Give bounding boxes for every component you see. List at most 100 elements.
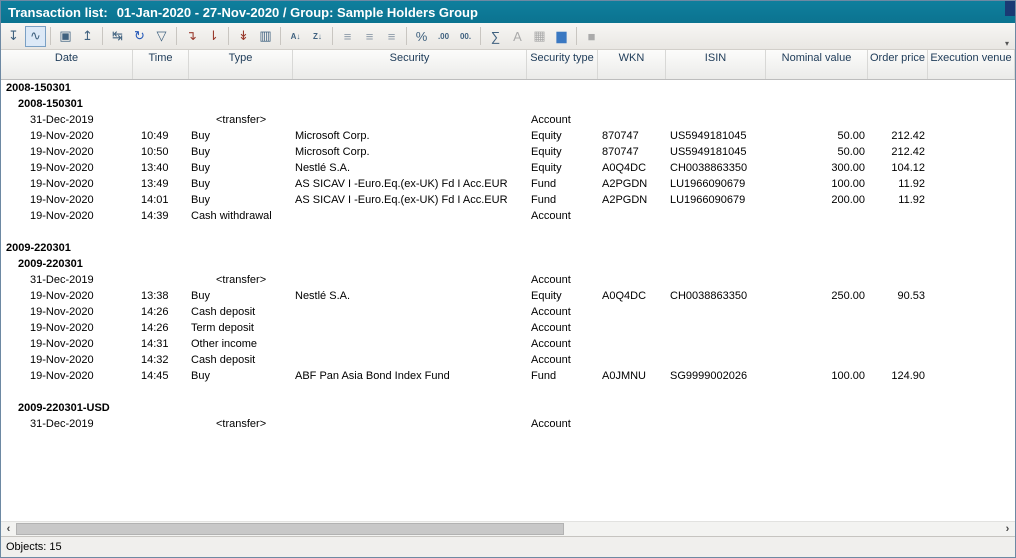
group-row[interactable]: 2009-220301 (1, 240, 1015, 256)
scroll-left-arrow-icon[interactable]: ‹ (1, 522, 16, 536)
cell-date: 19-Nov-2020 (1, 160, 133, 176)
cell-venue (928, 176, 1015, 192)
cell-price (868, 320, 928, 336)
transaction-row[interactable]: 19-Nov-202014:32Cash depositAccount (1, 352, 1015, 368)
transaction-row[interactable]: 31-Dec-2019<transfer>Account (1, 112, 1015, 128)
font-icon[interactable]: A (507, 26, 528, 47)
download-icon[interactable]: ↡ (233, 26, 254, 47)
spacer-row (1, 224, 1015, 240)
histogram-icon[interactable]: ▥ (255, 26, 276, 47)
cell-nominal: 100.00 (766, 176, 868, 192)
cell-sectype: Account (527, 272, 598, 288)
chart-view-icon[interactable]: ∿ (25, 26, 46, 47)
stop-icon[interactable]: ■ (581, 26, 602, 47)
cell-type: Buy (189, 192, 293, 208)
cell-security (293, 208, 527, 224)
decimals-decrease-icon[interactable]: 00. (455, 26, 476, 47)
sort-ascending-icon[interactable]: A↓ (285, 26, 306, 47)
goto-row-icon[interactable]: ⇂ (203, 26, 224, 47)
filter-icon[interactable]: ▽ (151, 26, 172, 47)
cell-sectype: Account (527, 112, 598, 128)
horizontal-scrollbar[interactable]: ‹ › (1, 521, 1015, 536)
cell-price (868, 416, 928, 432)
cell-type: Term deposit (189, 320, 293, 336)
cell-date: 19-Nov-2020 (1, 144, 133, 160)
column-header-isin[interactable]: ISIN (666, 50, 766, 79)
transaction-row[interactable]: 19-Nov-202010:50BuyMicrosoft Corp.Equity… (1, 144, 1015, 160)
transaction-row[interactable]: 31-Dec-2019<transfer>Account (1, 272, 1015, 288)
align-right-icon[interactable]: ≡ (381, 26, 402, 47)
scroll-right-arrow-icon[interactable]: › (1000, 522, 1015, 536)
cell-type: Buy (189, 128, 293, 144)
transaction-row[interactable]: 19-Nov-202013:40BuyNestlé S.A.EquityA0Q4… (1, 160, 1015, 176)
transaction-row[interactable]: 19-Nov-202014:39Cash withdrawalAccount (1, 208, 1015, 224)
column-header-price[interactable]: Order price (868, 50, 928, 79)
transaction-row[interactable]: 19-Nov-202014:45BuyABF Pan Asia Bond Ind… (1, 368, 1015, 384)
transaction-row[interactable]: 31-Dec-2019<transfer>Account (1, 416, 1015, 432)
column-header-time[interactable]: Time (133, 50, 189, 79)
sort-descending-icon[interactable]: Z↓ (307, 26, 328, 47)
scroll-track[interactable] (16, 522, 1000, 536)
cell-nominal (766, 272, 868, 288)
group-row[interactable]: 2009-220301 (1, 256, 1015, 272)
column-header-wkn[interactable]: WKN (598, 50, 666, 79)
cell-venue (928, 416, 1015, 432)
align-center-icon[interactable]: ≡ (359, 26, 380, 47)
cell-nominal (766, 416, 868, 432)
cell-venue (928, 192, 1015, 208)
column-header-venue[interactable]: Execution venue (928, 50, 1015, 79)
goto-last-icon[interactable]: ↴ (181, 26, 202, 47)
transaction-row[interactable]: 19-Nov-202013:38BuyNestlé S.A.EquityA0Q4… (1, 288, 1015, 304)
refresh-icon[interactable]: ↻ (129, 26, 150, 47)
transaction-row[interactable]: 19-Nov-202010:49BuyMicrosoft Corp.Equity… (1, 128, 1015, 144)
scroll-thumb[interactable] (16, 523, 564, 535)
transaction-row[interactable]: 19-Nov-202014:01BuyAS SICAV I -Euro.Eq.(… (1, 192, 1015, 208)
sum-icon[interactable]: ∑ (485, 26, 506, 47)
group-row[interactable]: 2009-220301-USD (1, 400, 1015, 416)
cell-nominal (766, 304, 868, 320)
fit-columns-icon[interactable]: ↹ (107, 26, 128, 47)
toolbar-overflow-button[interactable]: ▾ (1002, 39, 1012, 48)
spacer-row (1, 384, 1015, 400)
toolbar-buttons: ↧∿▣↥↹↻▽↴⇂↡▥A↓Z↓≡≡≡%.0000.∑A▦▆■ (3, 26, 602, 47)
title-bar[interactable]: Transaction list: 01-Jan-2020 - 27-Nov-2… (1, 1, 1015, 23)
group-row[interactable]: 2008-150301 (1, 96, 1015, 112)
cell-wkn (598, 208, 666, 224)
cell-sectype: Account (527, 336, 598, 352)
decimals-increase-icon[interactable]: .00 (433, 26, 454, 47)
cell-date: 19-Nov-2020 (1, 208, 133, 224)
cell-time: 10:50 (133, 144, 189, 160)
table-icon[interactable]: ▦ (529, 26, 550, 47)
percent-icon[interactable]: % (411, 26, 432, 47)
window-title: Transaction list: (8, 5, 108, 20)
column-header-security[interactable]: Security (293, 50, 527, 79)
column-header-sectype[interactable]: Security type (527, 50, 598, 79)
objects-count: Objects: 15 (6, 541, 62, 553)
cell-isin: SG9999002026 (666, 368, 766, 384)
cell-date: 19-Nov-2020 (1, 176, 133, 192)
column-header-nominal[interactable]: Nominal value (766, 50, 868, 79)
transaction-row[interactable]: 19-Nov-202014:26Term depositAccount (1, 320, 1015, 336)
cell-sectype: Account (527, 304, 598, 320)
cell-sectype: Fund (527, 176, 598, 192)
align-left-icon[interactable]: ≡ (337, 26, 358, 47)
export-list-icon[interactable]: ↧ (3, 26, 24, 47)
group-row[interactable]: 2008-150301 (1, 80, 1015, 96)
copy-icon[interactable]: ▣ (55, 26, 76, 47)
cell-time (133, 272, 189, 288)
cell-date: 19-Nov-2020 (1, 352, 133, 368)
cell-wkn: A0Q4DC (598, 288, 666, 304)
column-chart-icon[interactable]: ▆ (551, 26, 572, 47)
cell-price (868, 304, 928, 320)
toolbar-separator (576, 27, 577, 45)
transaction-row[interactable]: 19-Nov-202013:49BuyAS SICAV I -Euro.Eq.(… (1, 176, 1015, 192)
cell-isin: CH0038863350 (666, 160, 766, 176)
group-label: 2009-220301 (1, 258, 83, 270)
transaction-row[interactable]: 19-Nov-202014:26Cash depositAccount (1, 304, 1015, 320)
cell-isin (666, 416, 766, 432)
column-header-type[interactable]: Type (189, 50, 293, 79)
column-header-date[interactable]: Date (1, 50, 133, 79)
cell-isin (666, 320, 766, 336)
open-window-icon[interactable]: ↥ (77, 26, 98, 47)
transaction-row[interactable]: 19-Nov-202014:31Other incomeAccount (1, 336, 1015, 352)
